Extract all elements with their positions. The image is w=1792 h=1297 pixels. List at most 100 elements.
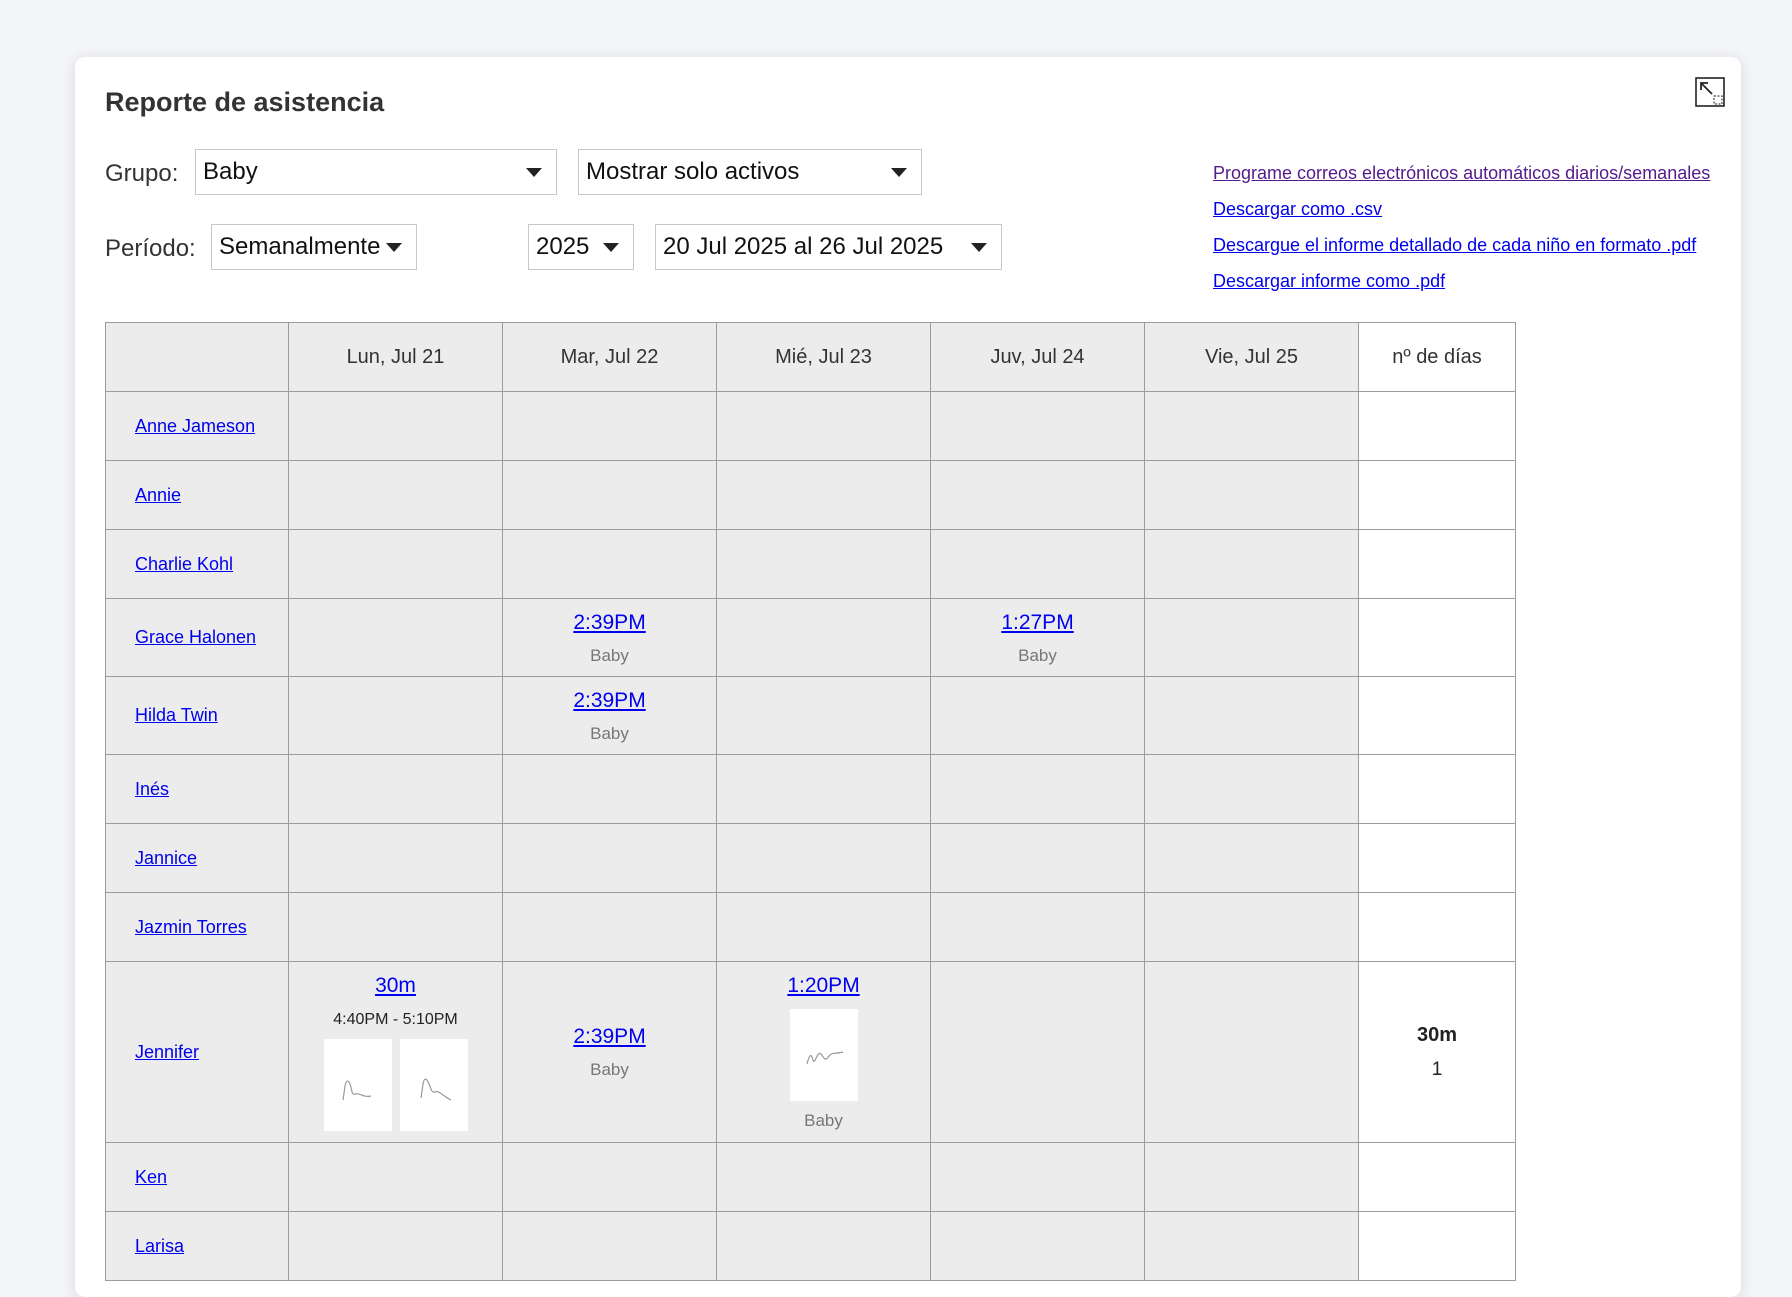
schedule-emails-link[interactable]: Programe correos electrónicos automático… xyxy=(1213,155,1710,191)
child-link[interactable]: Larisa xyxy=(135,1236,184,1256)
day-cell xyxy=(288,1211,503,1281)
group-select[interactable]: Baby xyxy=(195,149,557,195)
download-csv-link[interactable]: Descargar como .csv xyxy=(1213,191,1710,227)
check-in-time-link[interactable]: 2:39PM xyxy=(503,610,716,636)
child-link[interactable]: Jannice xyxy=(135,848,197,868)
child-name-cell: Jazmin Torres xyxy=(105,892,289,962)
child-name-cell: Charlie Kohl xyxy=(105,529,289,599)
table-row: Annie xyxy=(105,460,1516,530)
day-cell xyxy=(716,892,931,962)
signature-icon[interactable] xyxy=(399,1039,468,1131)
day-cell xyxy=(1144,529,1359,599)
day-cell xyxy=(1144,1211,1359,1281)
child-link[interactable]: Annie xyxy=(135,485,181,505)
day-cell xyxy=(502,892,717,962)
day-cell xyxy=(288,892,503,962)
total-cell: 30m 1 xyxy=(1358,961,1516,1143)
day-cell xyxy=(1144,676,1359,755)
header-total-days: nº de días xyxy=(1358,322,1516,392)
group-tag: Baby xyxy=(590,1060,629,1079)
day-cell xyxy=(930,460,1145,530)
day-cell xyxy=(288,529,503,599)
group-select-value: Baby xyxy=(203,158,258,185)
caret-down-icon xyxy=(386,243,402,252)
signature-icon[interactable] xyxy=(789,1009,858,1101)
child-link[interactable]: Anne Jameson xyxy=(135,416,255,436)
period-label: Período: xyxy=(105,235,196,262)
day-cell xyxy=(930,1211,1145,1281)
day-cell xyxy=(930,676,1145,755)
day-cell xyxy=(1144,823,1359,893)
date-range-select[interactable]: 20 Jul 2025 al 26 Jul 2025 xyxy=(655,224,1002,270)
header-name-column xyxy=(105,322,289,392)
day-cell xyxy=(1144,892,1359,962)
child-name-cell: Grace Halonen xyxy=(105,598,289,677)
day-cell xyxy=(716,1142,931,1212)
check-in-time-link[interactable]: 1:20PM xyxy=(717,973,930,999)
total-cell xyxy=(1358,754,1516,824)
table-row: Hilda Twin 2:39PM Baby xyxy=(105,676,1516,755)
signature-icon[interactable] xyxy=(323,1039,392,1131)
day-cell xyxy=(1144,1142,1359,1212)
day-cell: 2:39PM Baby xyxy=(502,961,717,1143)
signatures xyxy=(289,1039,502,1131)
day-cell xyxy=(930,391,1145,461)
day-cell xyxy=(930,823,1145,893)
total-days-count: 1 xyxy=(1431,1058,1443,1080)
table-row: Anne Jameson xyxy=(105,391,1516,461)
header-day: Mar, Jul 22 xyxy=(502,322,717,392)
check-in-time-link[interactable]: 2:39PM xyxy=(503,1024,716,1050)
child-link[interactable]: Jennifer xyxy=(135,1042,199,1062)
year-select-value: 2025 xyxy=(536,233,590,260)
time-range: 4:40PM - 5:10PM xyxy=(333,1011,458,1028)
day-cell xyxy=(288,391,503,461)
year-select[interactable]: 2025 xyxy=(528,224,634,270)
group-label: Grupo: xyxy=(105,160,179,187)
day-cell xyxy=(716,823,931,893)
day-cell xyxy=(716,460,931,530)
expand-button[interactable] xyxy=(1695,77,1725,107)
day-cell xyxy=(930,529,1145,599)
child-link[interactable]: Charlie Kohl xyxy=(135,554,233,574)
attendance-report-panel: Reporte de asistencia Grupo: Baby Mostra… xyxy=(75,57,1741,1297)
child-link[interactable]: Ken xyxy=(135,1167,167,1187)
caret-down-icon xyxy=(891,168,907,177)
group-tag: Baby xyxy=(590,723,629,743)
expand-icon xyxy=(1695,77,1725,107)
table-row: Jazmin Torres xyxy=(105,892,1516,962)
day-cell xyxy=(1144,754,1359,824)
table-row: Inés xyxy=(105,754,1516,824)
header-day: Juv, Jul 24 xyxy=(930,322,1145,392)
download-report-pdf-link[interactable]: Descargar informe como .pdf xyxy=(1213,263,1710,299)
day-cell xyxy=(1144,391,1359,461)
day-cell xyxy=(502,1211,717,1281)
status-select[interactable]: Mostrar solo activos xyxy=(578,149,922,195)
child-name-cell: Hilda Twin xyxy=(105,676,289,755)
check-in-time-link[interactable]: 2:39PM xyxy=(503,688,716,714)
total-cell xyxy=(1358,823,1516,893)
day-cell xyxy=(288,460,503,530)
group-tag: Baby xyxy=(590,645,629,665)
day-cell: 1:20PM Baby xyxy=(716,961,931,1143)
total-cell xyxy=(1358,892,1516,962)
table-row: Grace Halonen 2:39PM Baby 1:27PM Baby xyxy=(105,598,1516,677)
day-cell xyxy=(930,892,1145,962)
child-link[interactable]: Jazmin Torres xyxy=(135,917,247,937)
day-cell: 1:27PM Baby xyxy=(930,598,1145,677)
period-select[interactable]: Semanalmente xyxy=(211,224,417,270)
child-link[interactable]: Hilda Twin xyxy=(135,705,218,725)
day-cell xyxy=(716,391,931,461)
table-row: Larisa xyxy=(105,1211,1516,1281)
caret-down-icon xyxy=(603,243,619,252)
check-in-time-link[interactable]: 1:27PM xyxy=(931,610,1144,636)
total-duration: 30m xyxy=(1416,1023,1458,1046)
child-link[interactable]: Inés xyxy=(135,779,169,799)
group-tag: Baby xyxy=(1018,645,1057,665)
child-link[interactable]: Grace Halonen xyxy=(135,627,256,647)
duration-link[interactable]: 30m xyxy=(289,973,502,999)
report-actions: Programe correos electrónicos automático… xyxy=(1213,155,1710,299)
table-row: Jannice xyxy=(105,823,1516,893)
day-cell xyxy=(288,754,503,824)
download-child-pdf-link[interactable]: Descargue el informe detallado de cada n… xyxy=(1213,227,1710,263)
child-name-cell: Anne Jameson xyxy=(105,391,289,461)
